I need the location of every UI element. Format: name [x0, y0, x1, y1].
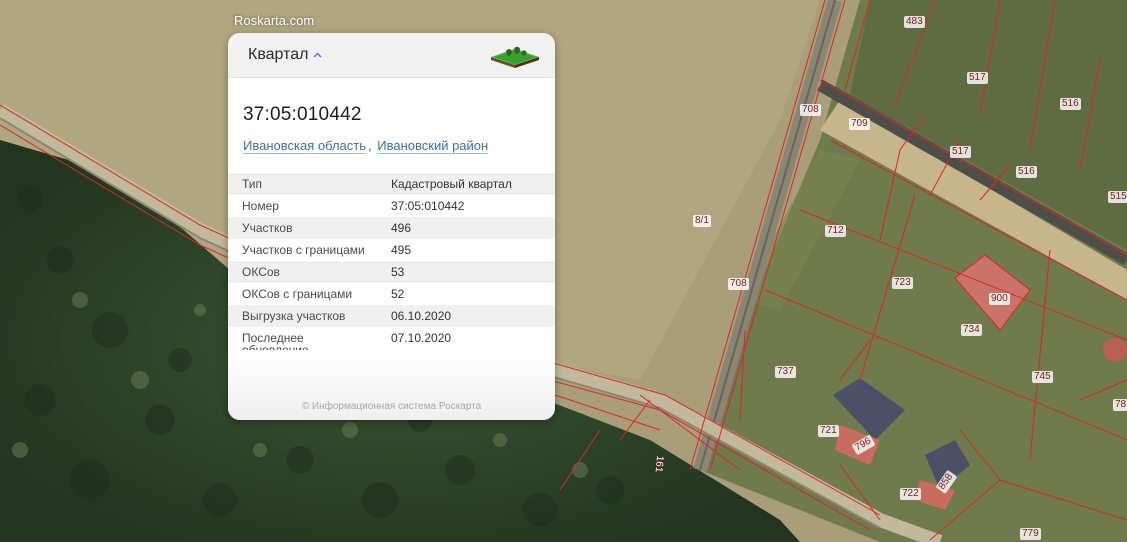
- site-watermark: Roskarta.com: [234, 13, 315, 28]
- parcel-label[interactable]: 483: [904, 16, 925, 28]
- row-value: 06.10.2020: [391, 309, 452, 323]
- table-row: Участков с границами 495: [228, 239, 555, 261]
- parcel-label[interactable]: 517: [950, 146, 971, 158]
- row-key: Тип: [242, 177, 263, 191]
- row-key: ОКСов с границами: [242, 287, 353, 301]
- satellite-map[interactable]: [0, 0, 1127, 542]
- parcel-label[interactable]: 515: [1108, 191, 1127, 203]
- row-key: ОКСов: [242, 265, 280, 279]
- parcel-label[interactable]: 516: [1016, 166, 1037, 178]
- table-row: Тип Кадастровый квартал: [228, 173, 555, 195]
- parcel-label[interactable]: 734: [961, 324, 982, 336]
- table-row: Выгрузка участков 06.10.2020: [228, 305, 555, 327]
- location-links: Ивановская область, Ивановский район: [243, 138, 555, 154]
- parcel-label[interactable]: 721: [818, 425, 839, 437]
- parcel-label[interactable]: 723: [892, 277, 913, 289]
- parcel-label[interactable]: 900: [989, 293, 1010, 305]
- parcel-label[interactable]: 722: [900, 488, 921, 500]
- parcel-label[interactable]: 708: [728, 278, 749, 290]
- parcel-label[interactable]: 516: [1060, 98, 1081, 110]
- table-row: Номер 37:05:010442: [228, 195, 555, 217]
- link-separator: ,: [368, 138, 372, 153]
- region-link[interactable]: Ивановская область: [243, 138, 366, 154]
- parcel-label[interactable]: 779: [1020, 528, 1041, 540]
- parcel-label[interactable]: 708: [800, 104, 821, 116]
- parcel-label[interactable]: 517: [967, 72, 988, 84]
- row-key: Выгрузка участков: [242, 309, 346, 323]
- row-value: 52: [391, 287, 405, 301]
- district-link[interactable]: Ивановский район: [377, 138, 489, 154]
- row-value: 53: [391, 265, 405, 279]
- parcel-label[interactable]: 712: [825, 225, 846, 237]
- parcel-label[interactable]: 78: [1113, 399, 1127, 411]
- info-table: Тип Кадастровый квартал Номер 37:05:0104…: [228, 173, 555, 361]
- card-footer: © Информационная система Роскарта: [228, 350, 555, 420]
- parcel-label[interactable]: 709: [849, 118, 870, 130]
- parcel-label[interactable]: 745: [1032, 371, 1053, 383]
- table-row: ОКСов 53: [228, 261, 555, 283]
- parcel-label[interactable]: 161: [651, 453, 665, 475]
- chevron-up-icon[interactable]: [313, 52, 322, 58]
- card-header[interactable]: Квартал: [228, 33, 555, 78]
- row-key: Номер: [242, 199, 279, 213]
- row-value: 496: [391, 221, 412, 235]
- row-value: 37:05:010442: [391, 199, 465, 213]
- card-title[interactable]: Квартал: [248, 46, 308, 64]
- row-key: Участков с границами: [242, 243, 365, 257]
- row-value: 495: [391, 243, 412, 257]
- row-key: Участков: [242, 221, 293, 235]
- parcel-info-card: Квартал 37:05:010442 Ивановская область,…: [228, 33, 555, 420]
- parcel-label[interactable]: 8/1: [693, 215, 711, 227]
- cadastral-number: 37:05:010442: [243, 104, 362, 125]
- table-row: ОКСов с границами 52: [228, 283, 555, 305]
- table-row: Участков 496: [228, 217, 555, 239]
- copyright-text: © Информационная система Роскарта: [301, 401, 482, 412]
- terrain-icon: [491, 46, 539, 68]
- parcel-label[interactable]: 737: [775, 366, 796, 378]
- row-value: Кадастровый квартал: [391, 177, 512, 191]
